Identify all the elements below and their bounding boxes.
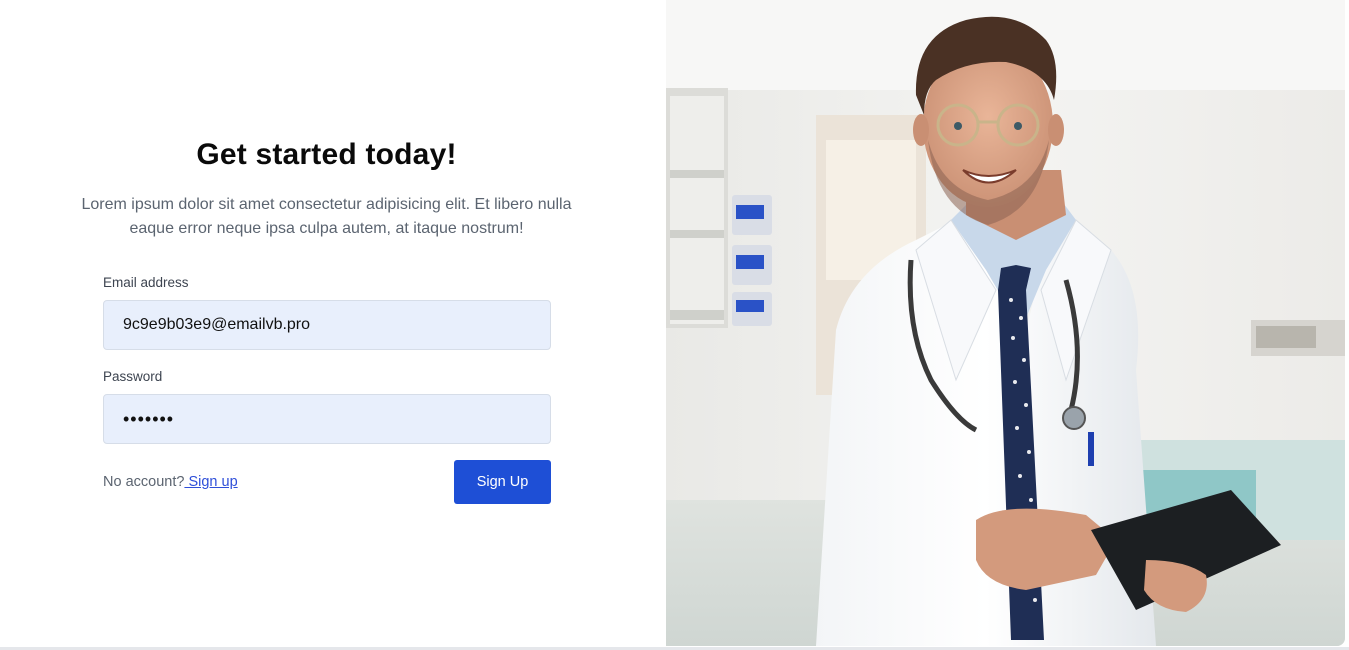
page-title: Get started today! <box>196 138 457 171</box>
signup-panel: Get started today! Lorem ipsum dolor sit… <box>0 0 666 648</box>
signup-link[interactable]: Sign up <box>184 474 237 490</box>
doctor-photo <box>666 0 1345 646</box>
subtitle-line-2: eaque error neque ipsa culpa autem, at i… <box>129 220 524 237</box>
subtitle-line-1: Lorem ipsum dolor sit amet consectetur a… <box>81 196 572 213</box>
password-label: Password <box>103 369 163 384</box>
email-label: Email address <box>103 275 189 290</box>
no-account-text: No account? <box>103 474 185 490</box>
email-input[interactable] <box>103 300 551 350</box>
password-input[interactable] <box>103 394 551 444</box>
page-subtitle: Lorem ipsum dolor sit amet consectetur a… <box>70 193 583 241</box>
sign-up-button[interactable]: Sign Up <box>454 460 551 504</box>
no-account-prompt: No account? Sign up <box>103 474 238 490</box>
